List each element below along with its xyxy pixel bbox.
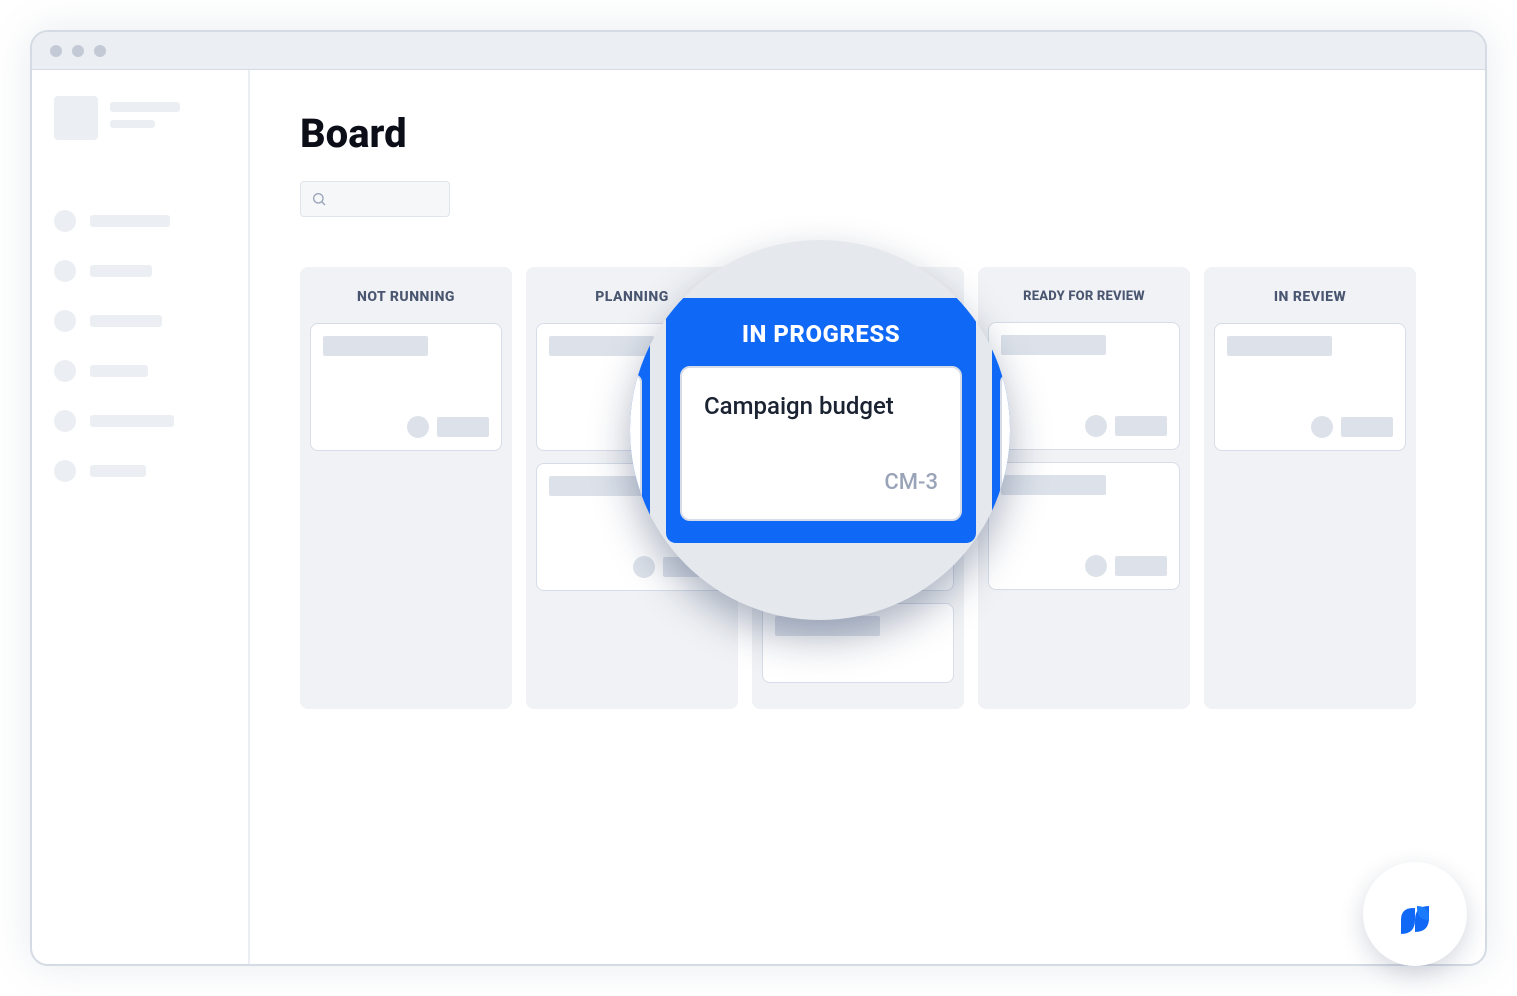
- magnified-card[interactable]: Campaign budget CM-3: [680, 366, 962, 521]
- magnifier-lens: IN PROGRESS Campaign budget CM-3 R: [630, 240, 1010, 620]
- card-id-placeholder: [437, 417, 489, 437]
- magnified-column-right: R: [992, 298, 1010, 543]
- magnified-column-left: [630, 298, 650, 543]
- magnified-column-in-progress: IN PROGRESS Campaign budget CM-3: [666, 298, 976, 543]
- name-placeholder: [110, 102, 180, 112]
- column-header: IN REVIEW: [1214, 267, 1406, 323]
- avatar-icon: [1311, 416, 1333, 438]
- card[interactable]: [310, 323, 502, 451]
- card-title-placeholder: [323, 336, 428, 356]
- column-in-review[interactable]: IN REVIEW: [1204, 267, 1416, 709]
- card-id-placeholder: [1115, 416, 1167, 436]
- sidebar-item[interactable]: [54, 410, 226, 432]
- subtitle-placeholder: [110, 120, 155, 128]
- avatar-icon: [407, 416, 429, 438]
- card[interactable]: [988, 462, 1180, 590]
- search-icon: [311, 191, 327, 207]
- sidebar-item[interactable]: [54, 310, 226, 332]
- magnified-column-header: IN PROGRESS: [680, 298, 962, 366]
- logo-icon: [1391, 890, 1439, 938]
- sidebar-item[interactable]: [54, 210, 226, 232]
- sidebar-profile[interactable]: [54, 96, 226, 140]
- search-input[interactable]: [300, 181, 450, 217]
- column-not-running[interactable]: NOT RUNNING: [300, 267, 512, 709]
- card[interactable]: [1214, 323, 1406, 451]
- sidebar-item[interactable]: [54, 460, 226, 482]
- avatar-icon: [633, 556, 655, 578]
- avatar-icon: [1085, 415, 1107, 437]
- window-titlebar: [32, 32, 1485, 70]
- column-header: READY FOR REVIEW: [988, 267, 1180, 322]
- card-title-placeholder: [1001, 475, 1106, 495]
- card-title-placeholder: [1227, 336, 1332, 356]
- sidebar: [32, 70, 250, 964]
- card-id-placeholder: [1341, 417, 1393, 437]
- sidebar-item[interactable]: [54, 360, 226, 382]
- card[interactable]: [988, 322, 1180, 450]
- sidebar-item[interactable]: [54, 260, 226, 282]
- minimize-icon[interactable]: [72, 45, 84, 57]
- column-header: NOT RUNNING: [310, 267, 502, 323]
- avatar: [54, 96, 98, 140]
- magnified-card-id: CM-3: [704, 470, 938, 495]
- close-icon[interactable]: [50, 45, 62, 57]
- avatar-icon: [1085, 555, 1107, 577]
- maximize-icon[interactable]: [94, 45, 106, 57]
- page-title: Board: [300, 110, 1435, 157]
- card-id-placeholder: [1115, 556, 1167, 576]
- brand-badge[interactable]: [1363, 862, 1467, 966]
- magnified-card-title: Campaign budget: [704, 392, 938, 420]
- card-title-placeholder: [1001, 335, 1106, 355]
